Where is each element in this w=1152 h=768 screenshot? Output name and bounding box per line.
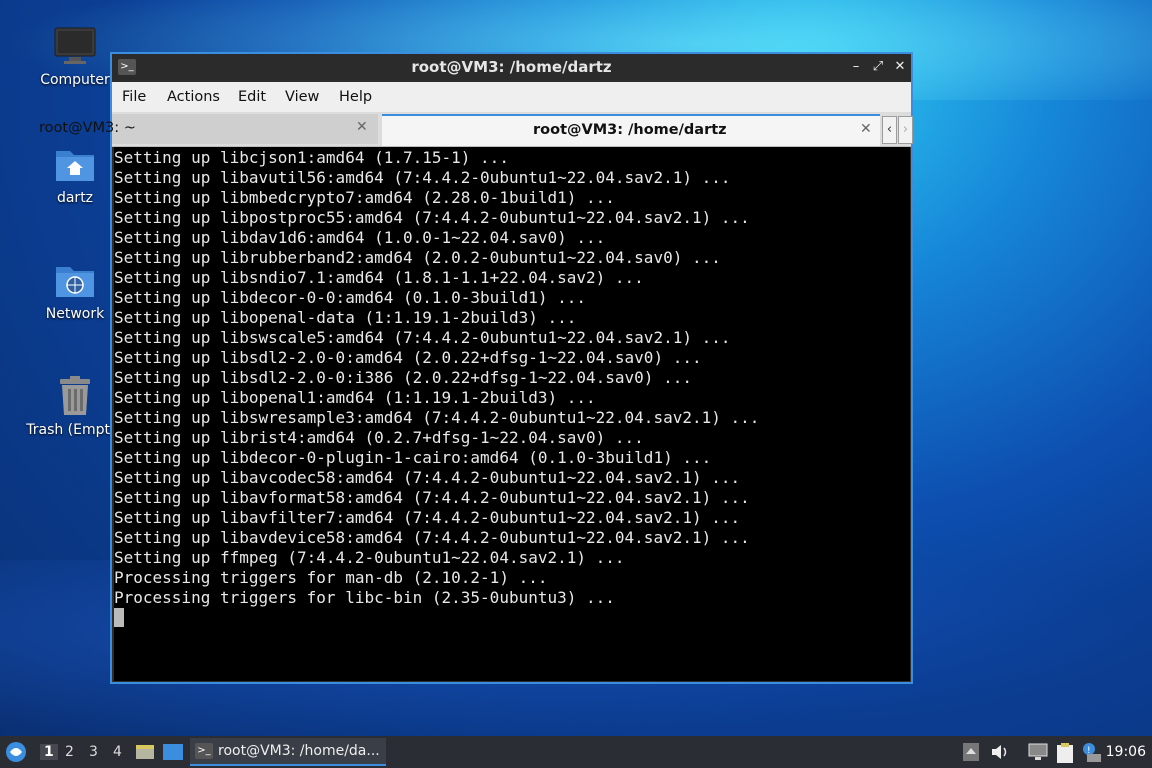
workspace-1[interactable]: 1 [40,744,58,760]
notification-icon[interactable]: ! [1081,742,1103,768]
close-icon[interactable]: ✕ [860,121,872,137]
terminal-line: Setting up libsndio7.1:amd64 (1.8.1-1.1+… [114,268,644,287]
tab-label: root@VM3: /home/dartz [533,122,727,138]
tab-label: root@VM3: ~ [39,120,136,136]
tab-dartz[interactable]: root@VM3: /home/dartz ✕ [382,114,880,146]
network-icon[interactable] [1027,742,1049,766]
clipboard-icon[interactable] [1055,742,1075,768]
menu-help[interactable]: Help [339,89,372,105]
window-title: root@VM3: /home/dartz [411,58,612,76]
terminal-window: >_ root@VM3: /home/dartz – ⤢ ✕ File Acti… [39,52,913,684]
terminal-icon: >_ [195,743,213,759]
terminal-line: Setting up libsdl2-2.0-0:i386 (2.0.22+df… [114,368,692,387]
terminal-line: Setting up libmbedcrypto7:amd64 (2.28.0-… [114,188,615,207]
tab-bar: root@VM3: ~ ✕ root@VM3: /home/dartz ✕ ‹ … [39,112,913,147]
trash-icon [53,374,97,418]
terminal-line: Setting up libdecor-0-0:amd64 (0.1.0-3bu… [114,288,587,307]
close-icon[interactable]: ✕ [356,119,368,135]
terminal-line: Setting up libopenal-data (1:1.19.1-2bui… [114,308,577,327]
terminal-line: Setting up libavformat58:amd64 (7:4.4.2-… [114,488,750,507]
workspace-2[interactable]: 2 [65,744,74,760]
terminal-lines: Setting up libcjson1:amd64 (1.7.15-1) ..… [114,148,759,608]
show-desktop-icon[interactable] [135,742,155,766]
terminal-line: Processing triggers for libc-bin (2.35-0… [114,588,615,607]
terminal-line: Setting up librubberband2:amd64 (2.0.2-0… [114,248,721,267]
terminal-line: Setting up libavdevice58:amd64 (7:4.4.2-… [114,528,750,547]
window-titlebar[interactable]: >_ root@VM3: /home/dartz – ⤢ ✕ [112,54,911,82]
app-menu-icon[interactable] [5,741,27,767]
minimize-icon[interactable]: – [847,58,865,76]
menu-bar: File Actions Edit View Help [112,82,911,112]
terminal-line: Setting up libpostproc55:amd64 (7:4.4.2-… [114,208,750,227]
taskbar-item-label: root@VM3: /home/da... [218,743,380,759]
tab-home[interactable]: root@VM3: ~ ✕ [39,114,378,144]
volume-icon[interactable] [990,742,1010,766]
home-folder-icon [53,142,97,186]
maximize-icon[interactable]: ⤢ [869,58,887,76]
terminal-line: Setting up librist4:amd64 (0.2.7+dfsg-1~… [114,428,644,447]
file-manager-icon[interactable] [163,743,183,765]
terminal-line: Setting up libcjson1:amd64 (1.7.15-1) ..… [114,148,509,167]
menu-view[interactable]: View [285,89,319,105]
network-folder-icon [53,258,97,302]
terminal-line: Setting up libdecor-0-plugin-1-cairo:amd… [114,448,712,467]
terminal-line: Setting up libswscale5:amd64 (7:4.4.2-0u… [114,328,731,347]
terminal-output[interactable]: Setting up libcjson1:amd64 (1.7.15-1) ..… [114,147,910,681]
menu-file[interactable]: File [122,89,146,105]
tab-scroll-right-icon[interactable]: › [898,116,913,144]
menu-edit[interactable]: Edit [238,89,266,105]
workspace-3[interactable]: 3 [89,744,98,760]
terminal-line: Setting up libsdl2-2.0-0:amd64 (2.0.22+d… [114,348,702,367]
menu-actions[interactable]: Actions [167,89,220,105]
terminal-line: Setting up libavcodec58:amd64 (7:4.4.2-0… [114,468,741,487]
terminal-line: Setting up libopenal1:amd64 (1:1.19.1-2b… [114,388,596,407]
workspace-4[interactable]: 4 [113,744,122,760]
terminal-line: Processing triggers for man-db (2.10.2-1… [114,568,548,587]
monitor-icon [53,24,97,68]
close-icon[interactable]: ✕ [891,58,909,76]
terminal-line: Setting up libswresample3:amd64 (7:4.4.2… [114,408,760,427]
terminal-line: Setting up libavutil56:amd64 (7:4.4.2-0u… [114,168,731,187]
tab-scroll-left-icon[interactable]: ‹ [882,116,897,144]
tray-arrow-icon[interactable] [962,742,980,766]
terminal-line: Setting up libavfilter7:amd64 (7:4.4.2-0… [114,508,741,527]
terminal-line: Setting up ffmpeg (7:4.4.2-0ubuntu1~22.0… [114,548,625,567]
clock[interactable]: 19:06 [1106,744,1146,760]
taskbar: 1 2 3 4 >_ root@VM3: /home/da... ! 19:06 [0,736,1152,768]
terminal-cursor [114,608,124,627]
terminal-line: Setting up libdav1d6:amd64 (1.0.0-1~22.0… [114,228,606,247]
taskbar-item-terminal[interactable]: >_ root@VM3: /home/da... [190,738,386,766]
